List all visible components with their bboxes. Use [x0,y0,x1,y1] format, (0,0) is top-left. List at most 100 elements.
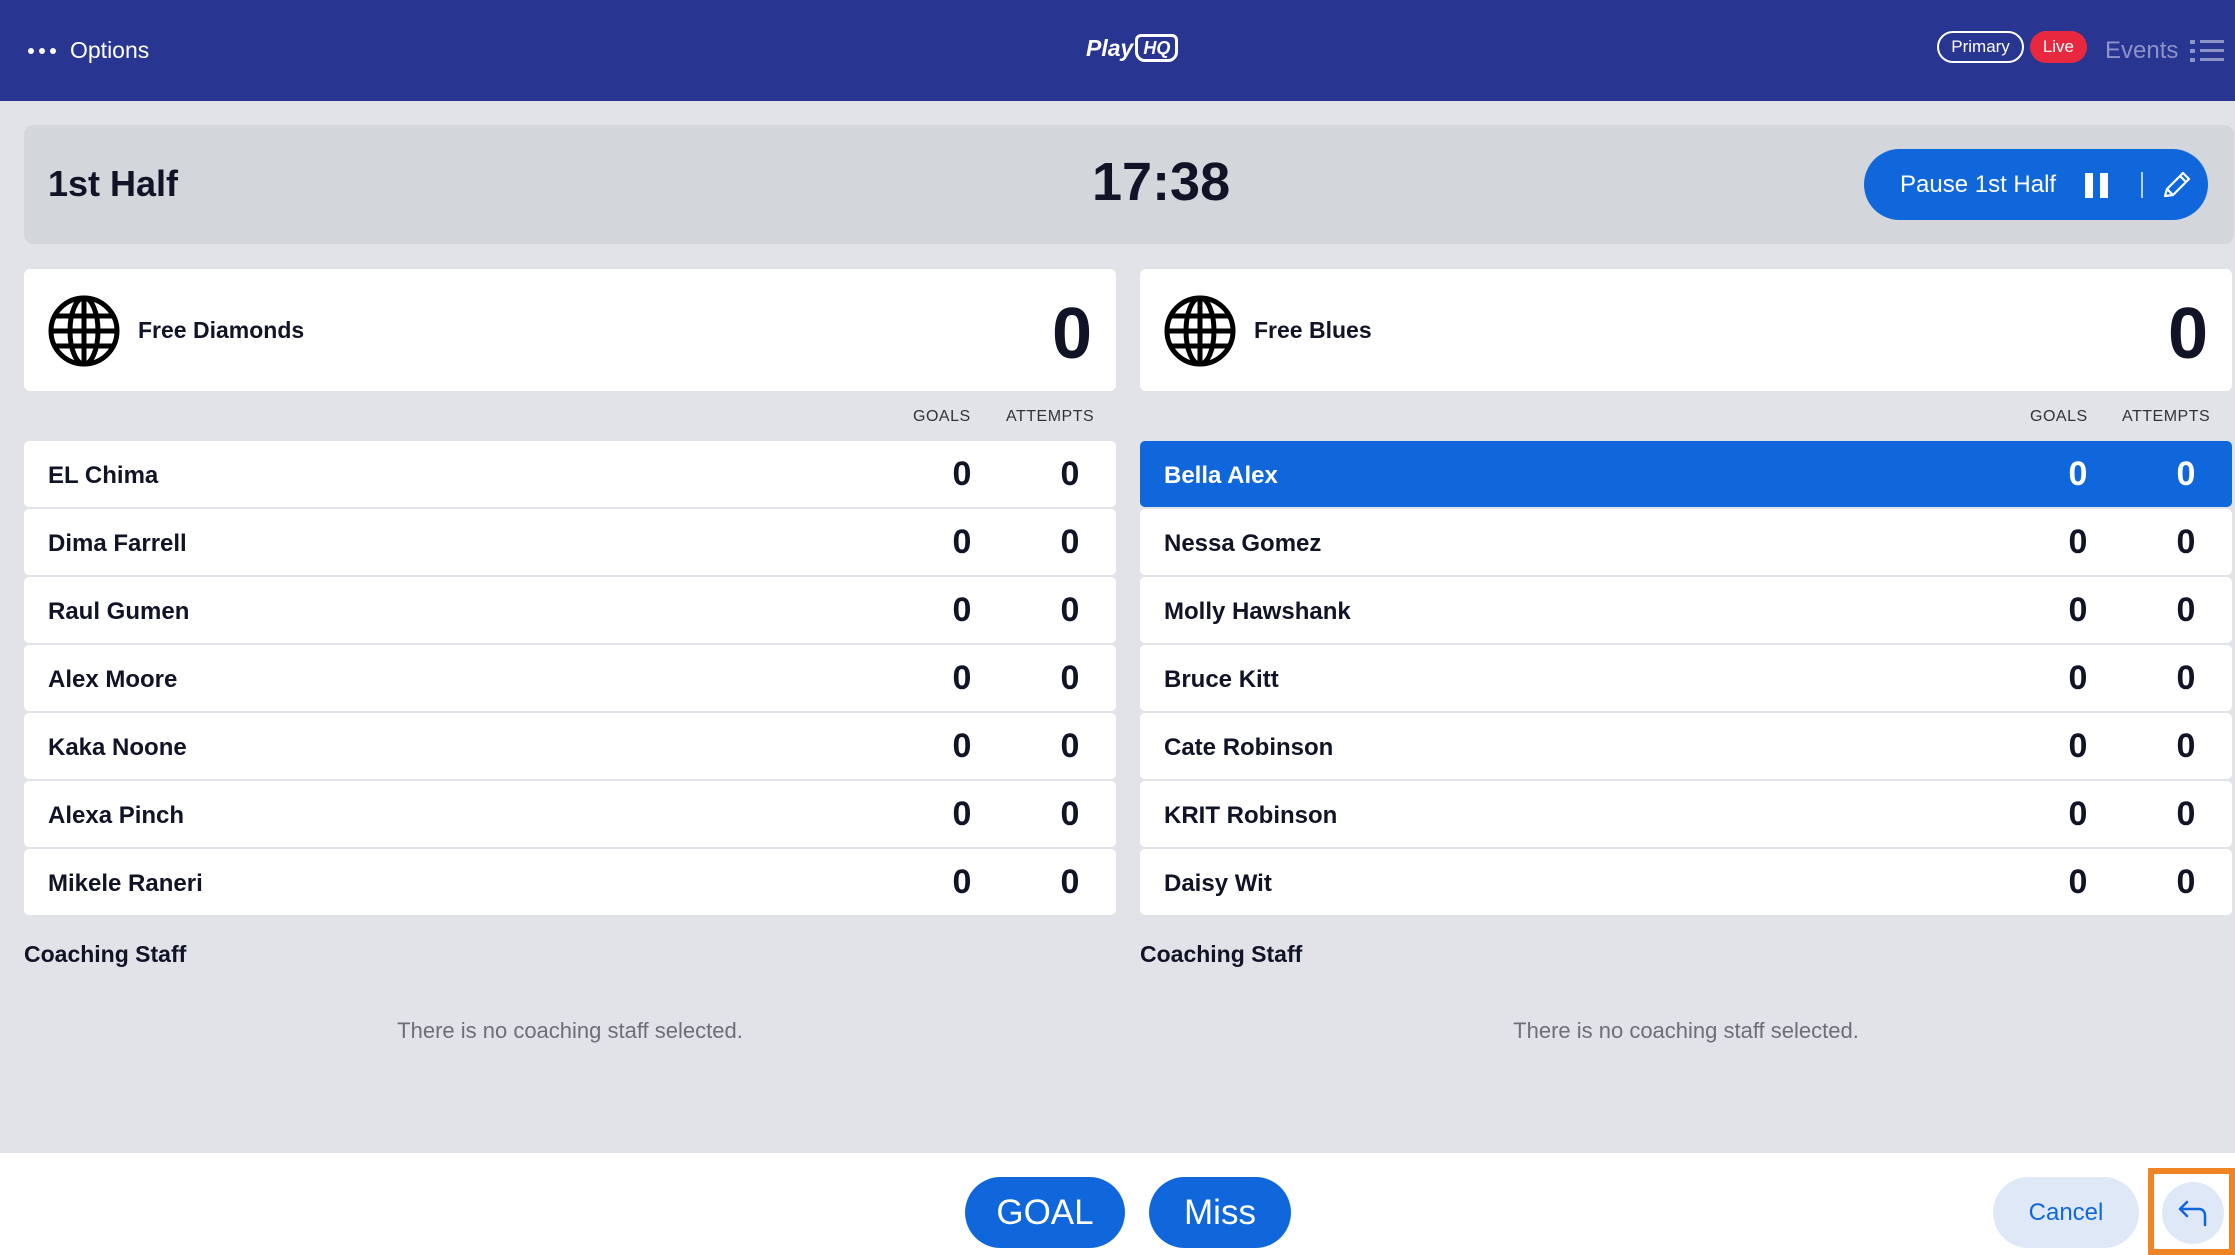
player-row[interactable]: Daisy Wit 0 0 [1140,849,2232,915]
player-name: KRIT Robinson [1164,802,1338,829]
player-row[interactable]: Dima Farrell 0 0 [24,509,1116,575]
coaching-staff-heading: Coaching Staff [1140,941,1303,967]
player-goals: 0 [2068,455,2088,493]
logo-hq-text: HQ [1135,34,1179,62]
player-goals: 0 [2068,523,2088,561]
primary-badge: Primary [1937,31,2024,63]
player-goals: 0 [2068,591,2088,629]
player-row[interactable]: Mikele Raneri 0 0 [24,849,1116,915]
action-bar: GOAL Miss Cancel [0,1153,2235,1255]
events-label: Events [2105,36,2179,64]
player-goals: 0 [2068,659,2088,697]
match-clock: 17:38 [1092,152,1231,212]
pencil-icon[interactable] [2160,169,2194,201]
player-row[interactable]: EL Chima 0 0 [24,441,1116,507]
undo-button[interactable] [2148,1168,2235,1255]
player-goals: 0 [952,795,972,833]
options-label: Options [70,37,150,63]
undo-button-circle [2162,1182,2224,1244]
undo-arrow-icon [2178,1200,2207,1227]
player-row[interactable]: Cate Robinson 0 0 [1140,713,2232,779]
player-attempts: 0 [1060,591,1080,629]
player-goals: 0 [2068,795,2088,833]
team-score: 0 [1051,294,1092,374]
player-goals: 0 [2068,727,2088,765]
playhq-logo: Play HQ [1086,28,1179,68]
player-name: Bruce Kitt [1164,666,1279,693]
player-attempts: 0 [1060,863,1080,901]
player-name: Raul Gumen [48,598,190,625]
player-goals: 0 [952,523,972,561]
button-divider [2141,172,2143,198]
player-name: Mikele Raneri [48,870,203,897]
team-header-away: Free Blues 0 [1140,269,2232,391]
player-attempts: 0 [2176,455,2196,493]
cancel-button[interactable]: Cancel [1993,1177,2139,1248]
pause-icon [2085,173,2109,198]
player-row-selected[interactable]: Bella Alex 0 0 [1140,441,2232,507]
match-badges: Primary Live [1937,31,2087,63]
player-name: Kaka Noone [48,734,187,761]
logo-play-text: Play [1086,34,1134,61]
player-attempts: 0 [1060,523,1080,561]
player-goals: 0 [952,591,972,629]
coaching-staff-empty-message: There is no coaching staff selected. [1513,1018,1859,1043]
player-attempts: 0 [2176,523,2196,561]
player-row[interactable]: Alex Moore 0 0 [24,645,1116,711]
player-goals: 0 [952,455,972,493]
pause-period-label: Pause 1st Half [1900,171,2057,198]
goals-column-header: GOALS [913,408,971,425]
player-name: Molly Hawshank [1164,598,1351,625]
player-row[interactable]: Nessa Gomez 0 0 [1140,509,2232,575]
player-name: Alexa Pinch [48,802,185,829]
goals-column-header: GOALS [2030,408,2088,425]
options-button[interactable]: Options [28,0,149,101]
player-attempts: 0 [2176,863,2196,901]
player-attempts: 0 [1060,455,1080,493]
player-goals: 0 [2068,863,2088,901]
miss-button[interactable]: Miss [1149,1177,1291,1248]
player-name: EL Chima [48,462,159,489]
goal-button[interactable]: GOAL [965,1177,1125,1248]
team-name: Free Diamonds [138,317,305,343]
player-name: Cate Robinson [1164,734,1334,761]
player-goals: 0 [952,863,972,901]
player-attempts: 0 [2176,659,2196,697]
player-row[interactable]: Alexa Pinch 0 0 [24,781,1116,847]
events-button[interactable]: Events [2105,0,2235,101]
team-header-home: Free Diamonds 0 [24,269,1116,391]
globe-icon [1164,295,1236,367]
player-attempts: 0 [2176,727,2196,765]
player-attempts: 0 [2176,591,2196,629]
period-title: 1st Half [48,163,179,204]
player-row[interactable]: Bruce Kitt 0 0 [1140,645,2232,711]
player-attempts: 0 [2176,795,2196,833]
coaching-staff-empty-message: There is no coaching staff selected. [397,1018,743,1043]
pause-period-button[interactable]: Pause 1st Half [1864,149,2208,220]
more-dots-icon [28,47,56,54]
period-bar: 1st Half 17:38 Pause 1st Half [24,125,2234,244]
list-icon [2190,39,2225,63]
player-row[interactable]: KRIT Robinson 0 0 [1140,781,2232,847]
player-goals: 0 [952,727,972,765]
top-bar: Options Play HQ Primary Live Events [0,0,2235,101]
attempts-column-header: ATTEMPTS [1006,408,1095,425]
player-name: Dima Farrell [48,530,187,557]
player-attempts: 0 [1060,795,1080,833]
player-name: Bella Alex [1164,462,1278,489]
player-row[interactable]: Kaka Noone 0 0 [24,713,1116,779]
globe-icon [48,295,120,367]
team-score: 0 [2167,294,2208,374]
team-name: Free Blues [1254,317,1372,343]
player-goals: 0 [952,659,972,697]
live-badge: Live [2029,31,2087,63]
player-name: Daisy Wit [1164,870,1272,897]
player-name: Nessa Gomez [1164,530,1322,557]
coaching-staff-heading: Coaching Staff [24,941,187,967]
player-attempts: 0 [1060,727,1080,765]
player-row[interactable]: Molly Hawshank 0 0 [1140,577,2232,643]
player-attempts: 0 [1060,659,1080,697]
attempts-column-header: ATTEMPTS [2122,408,2211,425]
player-name: Alex Moore [48,666,178,693]
player-row[interactable]: Raul Gumen 0 0 [24,577,1116,643]
